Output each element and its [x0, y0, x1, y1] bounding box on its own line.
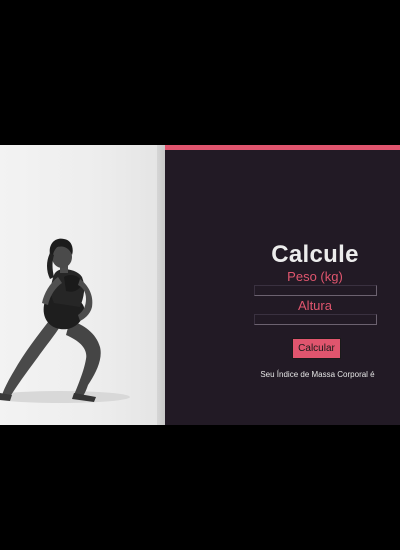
weight-label: Peso (kg) — [287, 269, 343, 284]
calculate-button[interactable]: Calcular — [292, 338, 341, 359]
accent-bar — [165, 145, 400, 150]
height-label: Altura — [298, 298, 332, 313]
person-photo-icon — [0, 238, 130, 403]
hero-photo — [0, 145, 165, 425]
bmi-calculator-panel: Calcule Peso (kg) Altura Calcular Seu Ín… — [165, 145, 400, 425]
calculator-title: Calcule — [271, 241, 359, 268]
weight-input[interactable] — [254, 285, 377, 296]
page: Calcule Peso (kg) Altura Calcular Seu Ín… — [0, 0, 400, 550]
height-input[interactable] — [254, 314, 377, 325]
bmi-result-text: Seu Índice de Massa Corporal é — [260, 370, 375, 379]
